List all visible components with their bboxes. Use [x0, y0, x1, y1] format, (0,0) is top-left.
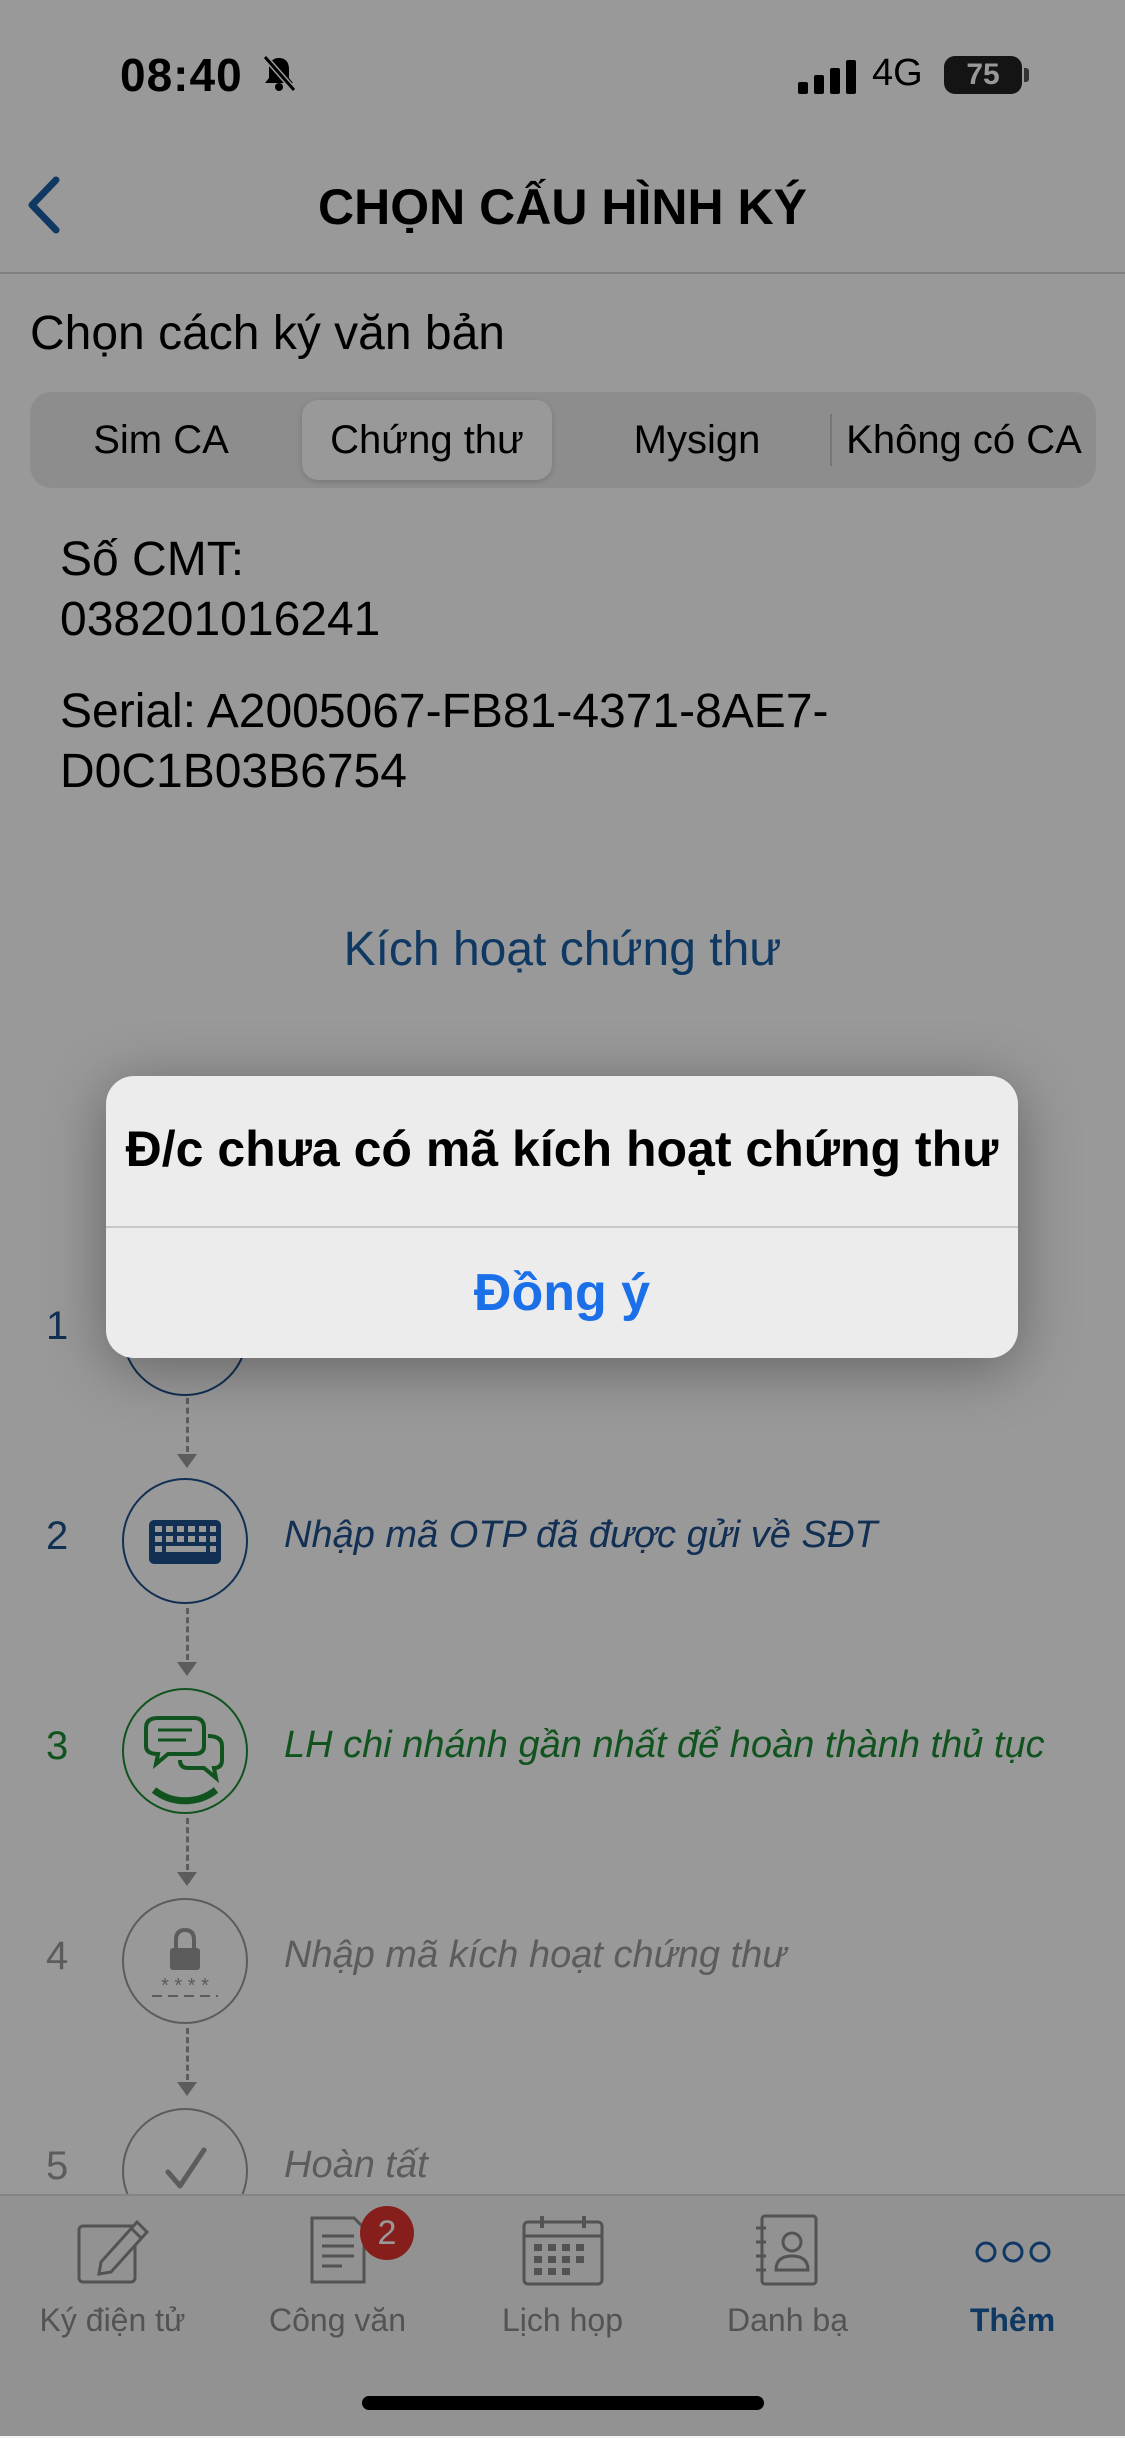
alert-ok-button[interactable]: Đồng ý: [106, 1228, 1018, 1358]
alert-dialog: Đ/c chưa có mã kích hoạt chứng thư Đồng …: [106, 1076, 1018, 1358]
home-indicator[interactable]: [362, 2396, 764, 2410]
alert-title: Đ/c chưa có mã kích hoạt chứng thư: [125, 1121, 999, 1177]
